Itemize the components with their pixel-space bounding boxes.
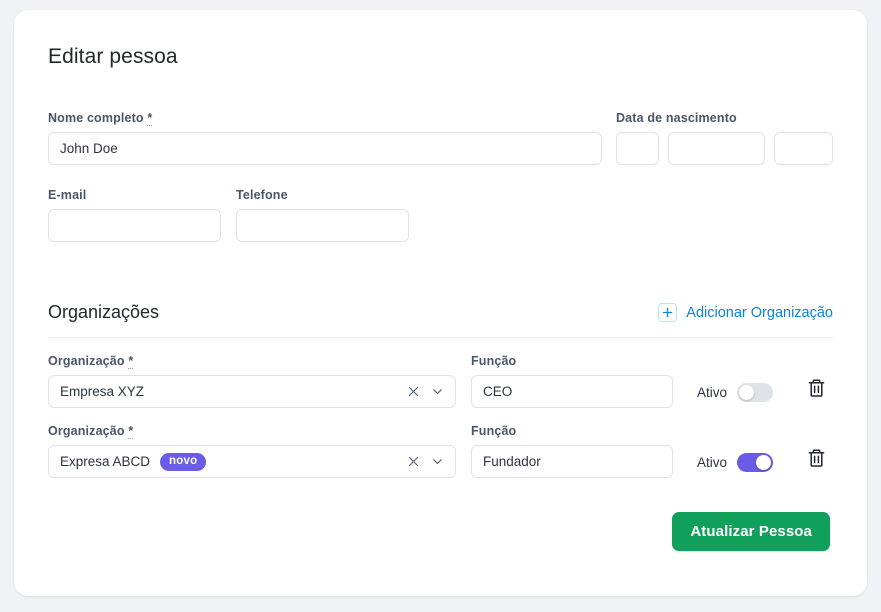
full-name-field-group: Nome completo * xyxy=(48,111,602,166)
phone-field-group: Telefone xyxy=(236,188,409,243)
close-icon[interactable] xyxy=(407,455,420,468)
toggle-knob xyxy=(739,385,755,401)
role-input[interactable] xyxy=(471,375,673,409)
update-person-button[interactable]: Atualizar Pessoa xyxy=(672,512,830,552)
organization-select-icons xyxy=(407,385,444,398)
organization-select-icons xyxy=(407,455,444,468)
plus-icon xyxy=(658,303,678,323)
required-asterisk: * xyxy=(128,354,134,369)
chevron-down-icon[interactable] xyxy=(431,385,444,398)
organization-select[interactable]: Expresa ABCD novo xyxy=(48,445,456,479)
active-toggle-group: Ativo xyxy=(697,453,774,478)
active-label: Ativo xyxy=(697,455,728,471)
role-label: Função xyxy=(471,354,517,369)
phone-input[interactable] xyxy=(236,209,409,243)
full-name-input[interactable] xyxy=(48,132,602,166)
organization-label-text: Organização xyxy=(48,354,125,369)
birthdate-field-group: Data de nascimento xyxy=(616,111,833,166)
organization-select-group: Organização * Expresa ABCD novo xyxy=(48,424,456,479)
organization-row: Organização * Expresa ABCD novo Função F… xyxy=(48,424,833,479)
email-input[interactable] xyxy=(48,209,221,243)
add-organization-button[interactable]: Adicionar Organização xyxy=(658,303,833,323)
organization-name: Empresa XYZ xyxy=(60,384,145,400)
organizations-divider xyxy=(48,337,833,339)
role-label: Função xyxy=(471,424,517,439)
role-field-group: Função xyxy=(471,354,673,409)
active-toggle[interactable] xyxy=(737,453,774,473)
role-input[interactable] xyxy=(471,445,673,479)
role-field-group: Função xyxy=(471,424,673,479)
organizations-header: Organizações Adicionar Organização xyxy=(48,302,833,323)
page-background: Editar pessoa Nome completo * Data de na… xyxy=(0,0,881,612)
organization-label: Organização * xyxy=(48,424,456,438)
organization-select[interactable]: Empresa XYZ xyxy=(48,375,456,409)
organization-name: Expresa ABCD xyxy=(60,454,151,470)
close-icon[interactable] xyxy=(407,385,420,398)
submit-row: Atualizar Pessoa xyxy=(48,512,833,552)
full-name-label-text: Nome completo xyxy=(48,111,144,126)
phone-label: Telefone xyxy=(236,188,288,203)
trash-icon xyxy=(807,378,826,403)
required-asterisk: * xyxy=(128,424,134,439)
birthdate-year-input[interactable] xyxy=(774,132,833,166)
organization-label-text: Organização xyxy=(48,424,125,439)
birthdate-day-input[interactable] xyxy=(616,132,659,166)
organization-select-value: Empresa XYZ xyxy=(60,384,407,399)
birthdate-month-input[interactable] xyxy=(668,132,765,166)
chevron-down-icon[interactable] xyxy=(431,455,444,468)
trash-icon xyxy=(807,448,826,473)
edit-person-card: Editar pessoa Nome completo * Data de na… xyxy=(14,10,867,596)
new-badge: novo xyxy=(160,452,207,471)
organizations-title: Organizações xyxy=(48,302,160,323)
full-name-label: Nome completo * xyxy=(48,111,602,125)
organization-select-value: Expresa ABCD novo xyxy=(60,452,407,471)
page-title: Editar pessoa xyxy=(48,45,178,68)
contact-row: E-mail Telefone xyxy=(48,188,833,243)
email-label: E-mail xyxy=(48,188,87,203)
organization-label: Organização * xyxy=(48,354,456,368)
add-organization-label: Adicionar Organização xyxy=(686,304,833,321)
required-asterisk: * xyxy=(147,111,153,126)
email-field-group: E-mail xyxy=(48,188,221,243)
active-toggle[interactable] xyxy=(737,383,774,403)
active-label: Ativo xyxy=(697,385,728,401)
birthdate-label: Data de nascimento xyxy=(616,111,737,126)
name-and-birthdate-row: Nome completo * Data de nascimento xyxy=(48,111,833,166)
delete-organization-button[interactable] xyxy=(807,448,826,478)
delete-organization-button[interactable] xyxy=(807,378,826,408)
organization-select-group: Organização * Empresa XYZ xyxy=(48,354,456,409)
organizations-section: Organizações Adicionar Organização Organ… xyxy=(48,302,833,552)
organization-row: Organização * Empresa XYZ Função CEO Ati… xyxy=(48,354,833,409)
active-toggle-group: Ativo xyxy=(697,383,774,408)
birthdate-inputs xyxy=(616,132,833,166)
toggle-knob xyxy=(756,455,772,471)
